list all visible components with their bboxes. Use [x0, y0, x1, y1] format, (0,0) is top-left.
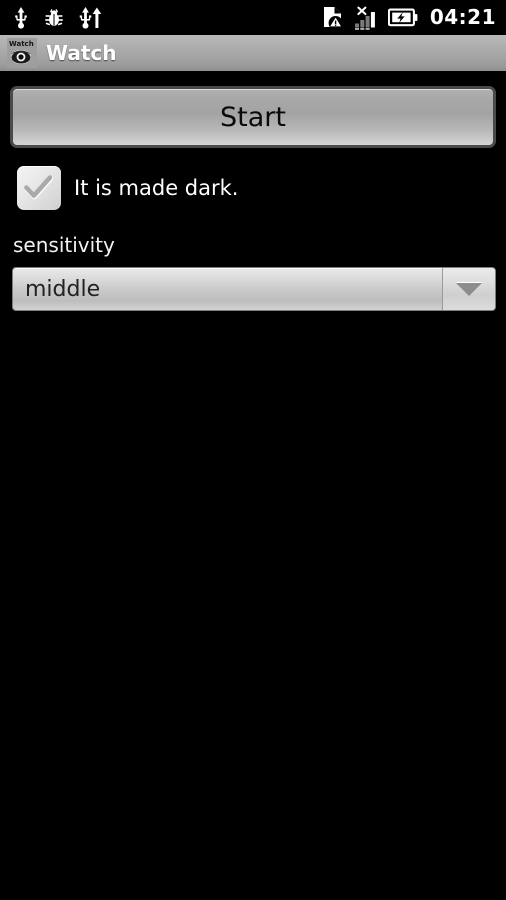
start-button-label: Start — [220, 101, 286, 133]
status-bar-right-icons: 04:21 — [322, 5, 496, 30]
signal-no-service-icon — [354, 6, 378, 30]
svg-text:Watch: Watch — [9, 40, 34, 48]
sensitivity-spinner[interactable]: middle — [12, 267, 496, 311]
sensitivity-selected-value: middle — [13, 268, 443, 310]
status-bar: 04:21 — [0, 0, 506, 35]
dark-mode-checkbox-row[interactable]: It is made dark. — [0, 148, 506, 210]
sdcard-warning-icon — [322, 6, 344, 30]
sensitivity-section: sensitivity middle — [0, 210, 506, 311]
title-bar-title: Watch — [46, 41, 117, 65]
start-button-container: Start — [0, 73, 506, 148]
usb-icon — [12, 6, 30, 29]
start-button[interactable]: Start — [10, 86, 496, 148]
status-bar-left-icons — [12, 6, 102, 29]
app-icon-watch-eye: Watch — [7, 38, 37, 68]
device-screen: 04:21 Watch Watch Start It is made dark.… — [0, 0, 506, 900]
status-bar-clock: 04:21 — [429, 5, 496, 29]
title-bar: Watch Watch — [0, 35, 506, 73]
sensitivity-label: sensitivity — [13, 233, 115, 257]
dark-mode-checkbox-label: It is made dark. — [74, 176, 239, 200]
usb-transfer-icon — [78, 6, 102, 29]
sensitivity-dropdown-button[interactable] — [443, 268, 495, 310]
bug-icon — [44, 8, 64, 28]
main-content: Start It is made dark. sensitivity middl… — [0, 73, 506, 311]
battery-charging-icon — [387, 8, 418, 27]
chevron-down-icon — [456, 282, 482, 296]
dark-mode-checkbox[interactable] — [17, 166, 61, 210]
